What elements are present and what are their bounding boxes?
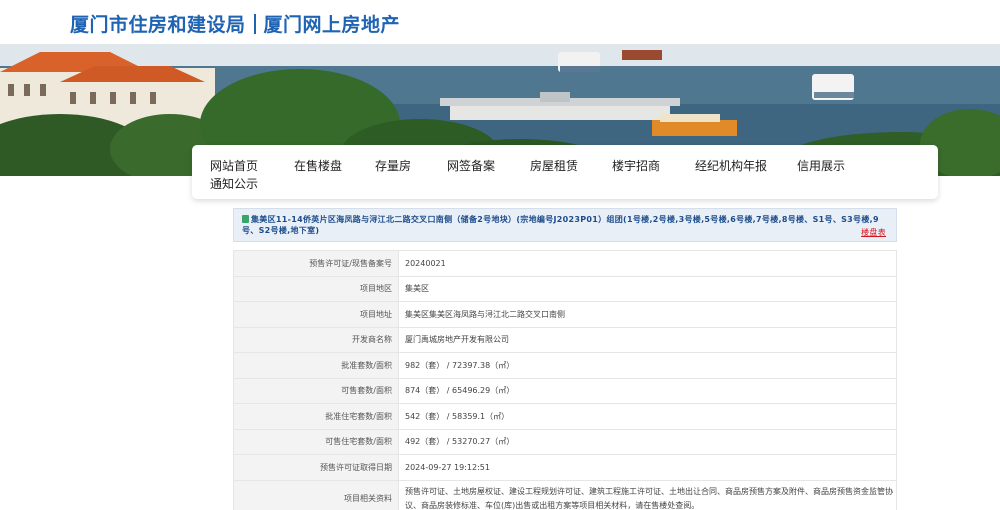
field-value: 集美区集美区海凤路与浔江北二路交叉口南侧	[398, 301, 897, 328]
field-label: 批准住宅套数/面积	[233, 403, 399, 430]
nav-item-existing-housing[interactable]: 存量房	[375, 157, 411, 174]
unit-table-link[interactable]: 楼盘表	[861, 227, 886, 238]
title-divider	[253, 14, 256, 34]
site-title: 厦门市住房和建设局 厦门网上房地产	[70, 10, 400, 37]
field-label: 项目地区	[233, 275, 399, 302]
field-label: 开发商名称	[233, 326, 399, 353]
field-value: 492（套） / 53270.27（㎡）	[398, 428, 897, 455]
field-label: 预售许可证/现售备案号	[233, 250, 399, 277]
field-value: 2024-09-27 19:12:51	[398, 454, 897, 481]
nav-row-1: 网站首页 在售楼盘 存量房 网签备案 房屋租赁 楼宇招商 经纪机构年报 信用展示…	[192, 155, 938, 191]
field-label: 预售许可证取得日期	[233, 454, 399, 481]
site-header: 厦门市住房和建设局 厦门网上房地产	[0, 0, 1000, 44]
table-row: 可售住宅套数/面积 492（套） / 53270.27（㎡）	[233, 428, 897, 455]
nav-item-agency-reports[interactable]: 经纪机构年报	[695, 157, 767, 174]
field-label: 项目相关资料	[233, 479, 399, 510]
field-label: 可售住宅套数/面积	[233, 428, 399, 455]
bureau-name[interactable]: 厦门市住房和建设局	[70, 14, 246, 36]
table-row: 开发商名称 厦门禹城房地产开发有限公司	[233, 326, 897, 353]
table-row: 批准套数/面积 982（套） / 72397.38（㎡）	[233, 352, 897, 379]
field-value: 874（套） / 65496.29（㎡）	[398, 377, 897, 404]
building-icon	[242, 215, 249, 223]
field-value: 厦门禹城房地产开发有限公司	[398, 326, 897, 353]
field-value: 982（套） / 72397.38（㎡）	[398, 352, 897, 379]
project-detail-table: 预售许可证/现售备案号 20240021 项目地区 集美区 项目地址 集美区集美区海凤路与…	[233, 250, 897, 510]
nav-item-home[interactable]: 网站首页	[210, 157, 258, 174]
nav-item-on-sale[interactable]: 在售楼盘	[294, 157, 342, 174]
site-name[interactable]: 厦门网上房地产	[264, 14, 401, 36]
table-row: 预售许可证取得日期 2024-09-27 19:12:51	[233, 454, 897, 481]
field-label: 可售套数/面积	[233, 377, 399, 404]
field-label: 批准套数/面积	[233, 352, 399, 379]
nav-item-contract-filing[interactable]: 网签备案	[447, 157, 495, 174]
field-value: 集美区	[398, 275, 897, 302]
table-row: 项目地区 集美区	[233, 275, 897, 302]
field-value: 542（套） / 58359.1（㎡）	[398, 403, 897, 430]
project-title-bar: 集美区11-14侨英片区海凤路与浔江北二路交叉口南侧（储备2号地块）(宗地编号J…	[233, 208, 897, 242]
nav-item-rental[interactable]: 房屋租赁	[530, 157, 578, 174]
field-value: 预售许可证、土地房屋权证、建设工程规划许可证、建筑工程施工许可证、土地出让合同、…	[398, 479, 897, 510]
table-row: 预售许可证/现售备案号 20240021	[233, 250, 897, 277]
table-row: 项目相关资料 预售许可证、土地房屋权证、建设工程规划许可证、建筑工程施工许可证、土…	[233, 479, 897, 510]
nav-item-credit[interactable]: 信用展示	[797, 157, 845, 174]
project-info: 集美区11-14侨英片区海凤路与浔江北二路交叉口南侧（储备2号地块）(宗地编号J…	[233, 208, 897, 510]
nav-item-notices[interactable]: 通知公示	[210, 175, 258, 192]
field-label: 项目地址	[233, 301, 399, 328]
table-row: 批准住宅套数/面积 542（套） / 58359.1（㎡）	[233, 403, 897, 430]
nav-item-building-leasing[interactable]: 楼宇招商	[612, 157, 660, 174]
field-value: 20240021	[398, 250, 897, 277]
table-row: 可售套数/面积 874（套） / 65496.29（㎡）	[233, 377, 897, 404]
main-nav: 网站首页 在售楼盘 存量房 网签备案 房屋租赁 楼宇招商 经纪机构年报 信用展示…	[192, 145, 938, 199]
project-title: 集美区11-14侨英片区海凤路与浔江北二路交叉口南侧（储备2号地块）(宗地编号J…	[242, 215, 879, 235]
table-row: 项目地址 集美区集美区海凤路与浔江北二路交叉口南侧	[233, 301, 897, 328]
